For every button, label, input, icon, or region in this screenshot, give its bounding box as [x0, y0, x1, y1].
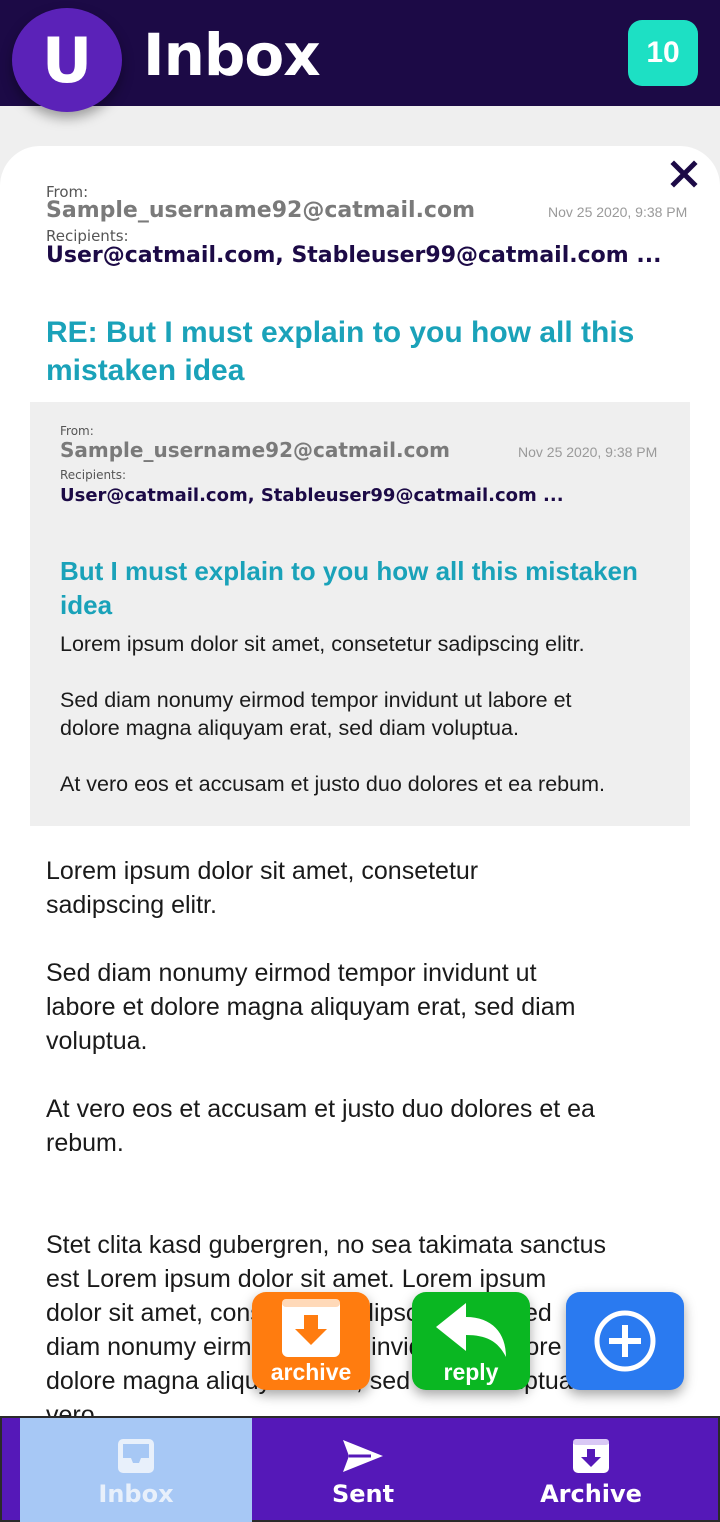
quoted-from-label: From:	[60, 424, 94, 438]
archive-button-label: archive	[270, 1359, 352, 1385]
quoted-body: Lorem ipsum dolor sit amet, consetetur s…	[60, 630, 605, 798]
close-icon[interactable]	[668, 158, 700, 190]
reply-button-label: reply	[443, 1359, 499, 1385]
quoted-email-date: Nov 25 2020, 9:38 PM	[518, 444, 658, 460]
nav-item-archive[interactable]: Archive	[474, 1418, 708, 1522]
quoted-paragraph: At vero eos et accusam et justo duo dolo…	[60, 772, 605, 796]
nav-label-sent: Sent	[331, 1480, 395, 1508]
archive-box-icon	[573, 1439, 609, 1473]
body-line: Lorem ipsum dolor sit amet, consetetur	[46, 857, 479, 885]
quoted-paragraph: dolore magna aliquyam erat, sed diam vol…	[60, 716, 519, 740]
body-line: labore et dolore magna aliquyam erat, se…	[46, 993, 576, 1021]
nav-label-archive: Archive	[540, 1480, 642, 1508]
archive-button[interactable]: archive	[252, 1292, 370, 1390]
quoted-recipients-list[interactable]: User@catmail.com, Stableuser99@catmail.c…	[60, 485, 564, 506]
recipients-list[interactable]: User@catmail.com, Stableuser99@catmail.c…	[46, 243, 661, 268]
app-screen: Inbox 10 U From: Sample_username92@catma…	[0, 0, 720, 1522]
nav-item-inbox[interactable]: Inbox	[20, 1418, 252, 1522]
nav-label-inbox: Inbox	[98, 1480, 174, 1508]
body-line: At vero eos et accusam et justo duo dolo…	[46, 1095, 595, 1123]
archive-icon	[282, 1299, 340, 1357]
email-subject: RE: But I must explain to you how all th…	[46, 316, 635, 387]
sender-email[interactable]: Sample_username92@catmail.com	[46, 198, 475, 223]
quoted-recipients-label: Recipients:	[60, 468, 127, 482]
compose-button[interactable]	[566, 1292, 684, 1390]
send-icon	[343, 1440, 383, 1472]
body-line: Sed diam nonumy eirmod tempor invidunt u…	[46, 959, 537, 987]
nav-item-sent[interactable]: Sent	[252, 1418, 474, 1522]
plus-circle-icon	[594, 1310, 656, 1372]
unread-count-badge[interactable]: 10	[628, 20, 698, 86]
email-date: Nov 25 2020, 9:38 PM	[548, 204, 688, 220]
body-line: rebum.	[46, 1129, 124, 1157]
quoted-paragraph: Lorem ipsum dolor sit amet, consetetur s…	[60, 632, 585, 656]
bottom-nav: Inbox Sent Archive	[0, 1416, 720, 1522]
reply-button[interactable]: reply	[412, 1292, 530, 1390]
body-line: voluptua.	[46, 1027, 148, 1055]
body-line: est Lorem ipsum dolor sit amet. Lorem ip…	[46, 1265, 547, 1293]
inbox-icon	[118, 1439, 154, 1473]
quoted-paragraph: Sed diam nonumy eirmod tempor invidunt u…	[60, 688, 572, 712]
page-title: Inbox	[143, 21, 321, 89]
user-avatar[interactable]: U	[12, 8, 122, 112]
body-line: sadipscing elitr.	[46, 891, 217, 919]
quoted-subject: But I must explain to you how all this m…	[60, 556, 638, 620]
reply-arrow-icon	[436, 1303, 506, 1357]
quoted-sender-email[interactable]: Sample_username92@catmail.com	[60, 438, 450, 462]
body-line: Stet clita kasd gubergren, no sea takima…	[46, 1231, 607, 1259]
